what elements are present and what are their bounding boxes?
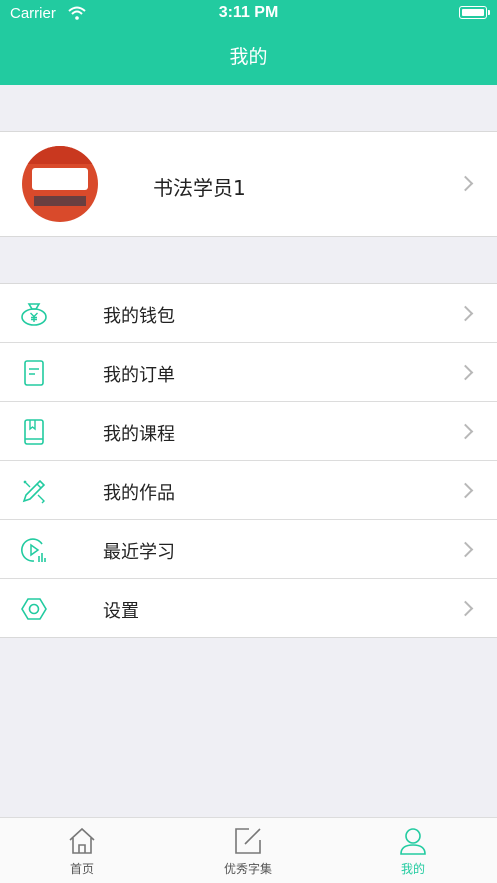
tab-mine[interactable]: 我的 bbox=[363, 826, 463, 880]
order-icon bbox=[24, 360, 44, 386]
menu-item-recent-study[interactable]: 最近学习 bbox=[0, 519, 497, 578]
tab-excellent-works[interactable]: 优秀字集 bbox=[198, 826, 298, 880]
course-icon bbox=[24, 419, 44, 445]
chevron-right-icon bbox=[457, 482, 474, 499]
home-icon bbox=[69, 827, 95, 854]
works-icon bbox=[22, 479, 46, 504]
tab-home[interactable]: 首页 bbox=[32, 826, 132, 880]
menu-item-label: 设置 bbox=[103, 601, 139, 622]
edit-icon bbox=[235, 828, 261, 854]
menu-item-label: 最近学习 bbox=[103, 542, 175, 563]
menu-item-label: 我的课程 bbox=[103, 424, 175, 445]
chevron-right-icon bbox=[457, 600, 474, 617]
tab-label: 优秀字集 bbox=[223, 862, 272, 876]
profile-row[interactable]: 书法学员1 bbox=[0, 131, 497, 237]
menu-item-settings[interactable]: 设置 bbox=[0, 578, 497, 637]
wallet-icon bbox=[21, 303, 47, 326]
status-time: 3:11 PM bbox=[218, 4, 279, 21]
page-title: 我的 bbox=[229, 46, 268, 68]
tab-label: 我的 bbox=[400, 862, 425, 876]
chevron-right-icon bbox=[457, 423, 474, 440]
user-icon bbox=[400, 828, 426, 855]
tab-bar: 首页 优秀字集 我的 bbox=[0, 817, 497, 883]
chevron-right-icon bbox=[457, 175, 474, 192]
profile-name: 书法学员1 bbox=[153, 176, 246, 200]
menu-item-orders[interactable]: 我的订单 bbox=[0, 342, 497, 401]
menu-item-label: 我的钱包 bbox=[103, 306, 175, 327]
menu-item-wallet[interactable]: 我的钱包 bbox=[0, 284, 497, 342]
menu-item-courses[interactable]: 我的课程 bbox=[0, 401, 497, 460]
menu-item-label: 我的作品 bbox=[103, 483, 175, 504]
battery-icon bbox=[459, 6, 490, 19]
settings-icon bbox=[21, 598, 47, 620]
chevron-right-icon bbox=[457, 541, 474, 558]
tab-label: 首页 bbox=[69, 862, 94, 876]
menu-list: 我的钱包 我的订单 我的课程 我的作品 最近学习 设置 bbox=[0, 283, 497, 638]
header: Carrier 3:11 PM 我的 bbox=[0, 0, 497, 85]
recent-study-icon bbox=[21, 538, 46, 562]
menu-item-works[interactable]: 我的作品 bbox=[0, 460, 497, 519]
chevron-right-icon bbox=[457, 305, 474, 322]
chevron-right-icon bbox=[457, 364, 474, 381]
avatar[interactable] bbox=[22, 146, 98, 222]
menu-item-label: 我的订单 bbox=[103, 365, 175, 386]
